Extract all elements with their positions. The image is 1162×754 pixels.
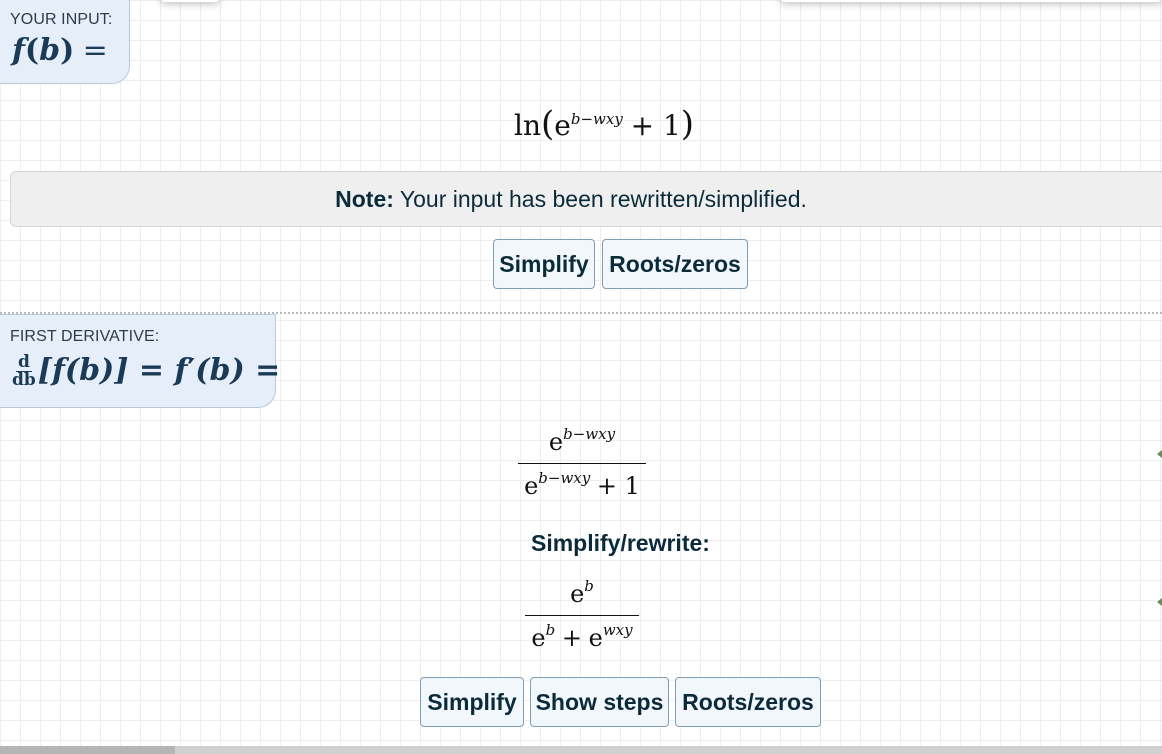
- derivative-label-formula: d db [f(b)] = f ′ (b) =: [12, 351, 281, 390]
- top-shadow-right: [780, 0, 1162, 2]
- note-label: Note:: [335, 185, 394, 212]
- top-shadow-left: [160, 0, 220, 2]
- simplify-input-button[interactable]: Simplify: [493, 239, 595, 289]
- input-label-formula: f(b) =: [12, 33, 108, 68]
- scroll-left-arrow-icon[interactable]: [1157, 450, 1162, 458]
- simplify-derivative-button[interactable]: Simplify: [420, 677, 524, 727]
- derivative-label-tab: FIRST DERIVATIVE: d db [f(b)] = f ′ (b) =: [0, 314, 280, 408]
- bottom-scrollbar[interactable]: [0, 746, 1162, 754]
- input-label-tab: YOUR INPUT: f(b) =: [0, 0, 130, 84]
- simplify-rewrite-label: Simplify/rewrite:: [531, 530, 710, 556]
- note-box: Note: Your input has been rewritten/simp…: [10, 171, 1162, 227]
- input-expression: ln(eb−wxy + 1): [514, 104, 695, 144]
- input-caption: YOUR INPUT:: [10, 11, 113, 28]
- derivative-result: eb−wxy eb−wxy + 1: [518, 425, 646, 501]
- simplified-result: eb eb + ewxy: [525, 577, 639, 653]
- roots-zeros-input-button[interactable]: Roots/zeros: [602, 239, 748, 289]
- scroll-left-arrow-icon[interactable]: [1157, 598, 1162, 606]
- note-text: Your input has been rewritten/simplified…: [393, 185, 807, 212]
- show-steps-button[interactable]: Show steps: [530, 677, 669, 727]
- roots-zeros-derivative-button[interactable]: Roots/zeros: [675, 677, 821, 727]
- derivative-caption: FIRST DERIVATIVE:: [10, 328, 160, 345]
